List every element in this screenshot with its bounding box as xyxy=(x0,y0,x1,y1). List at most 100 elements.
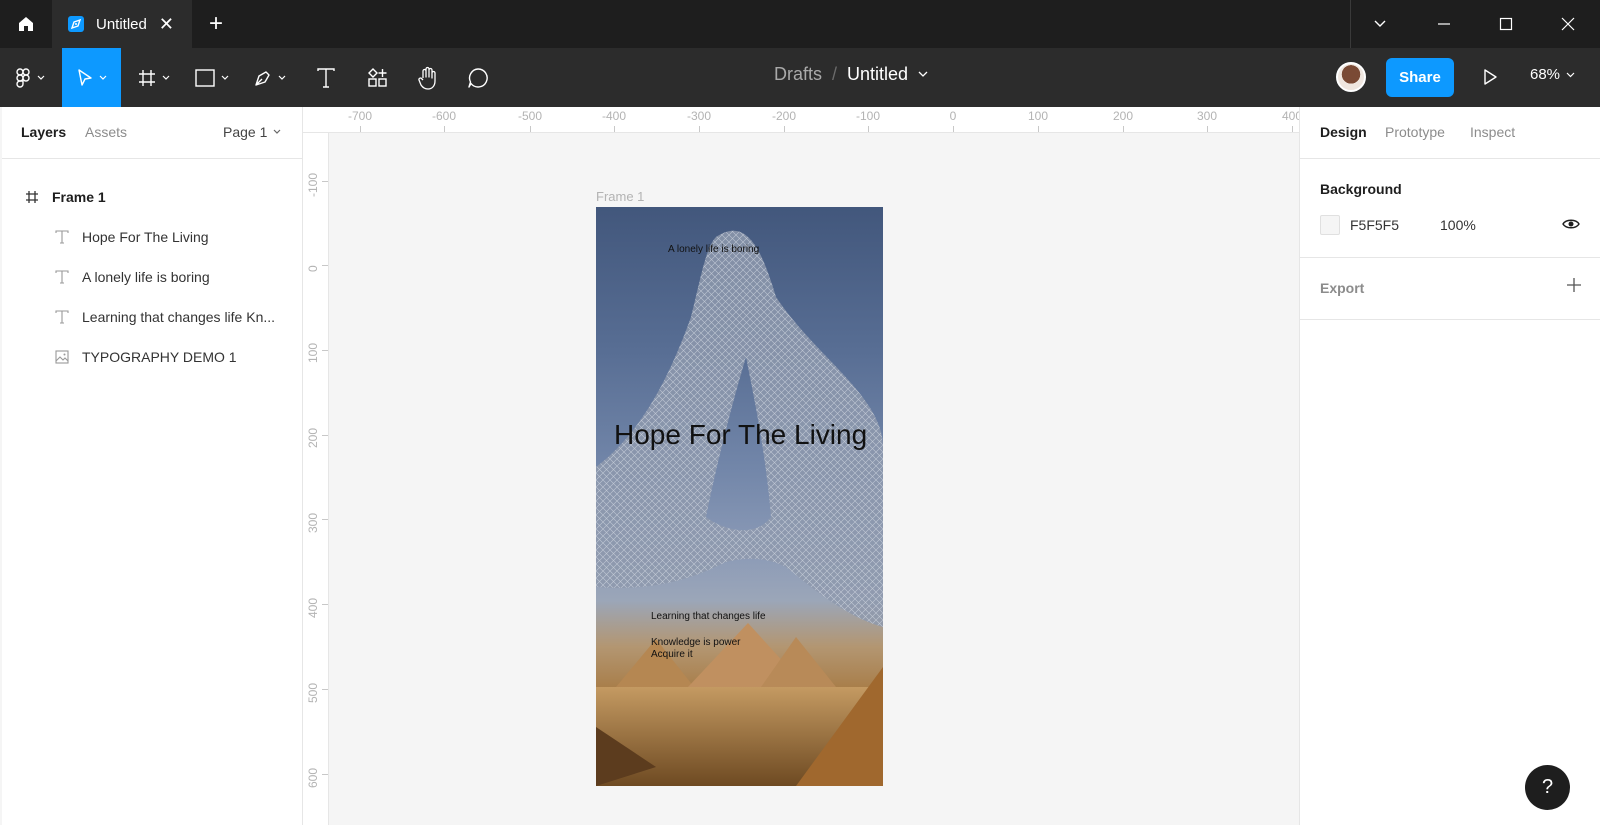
comment-tool-button[interactable] xyxy=(454,48,502,107)
ruler-tick xyxy=(530,126,531,132)
breadcrumb-drafts[interactable]: Drafts xyxy=(774,64,822,85)
tab-close-icon[interactable]: ✕ xyxy=(159,14,174,34)
text-icon xyxy=(54,309,70,325)
avatar[interactable] xyxy=(1336,62,1366,92)
present-button[interactable] xyxy=(1478,65,1502,89)
chevron-down-icon[interactable] xyxy=(918,71,928,78)
home-icon xyxy=(19,17,33,31)
background-color-swatch[interactable] xyxy=(1320,215,1340,235)
components-icon xyxy=(368,67,387,87)
background-hex-input[interactable]: F5F5F5 xyxy=(1350,217,1399,233)
rectangle-icon xyxy=(195,68,215,87)
canvas-text-lonely[interactable]: A lonely life is boring xyxy=(668,244,759,255)
home-button[interactable] xyxy=(0,0,52,48)
ruler-tick xyxy=(322,181,328,182)
tab-design[interactable]: Design xyxy=(1320,124,1367,140)
window-divider xyxy=(1350,0,1351,48)
ruler-tick xyxy=(1292,126,1293,132)
typography-demo-image[interactable]: A lonely life is boring Hope For The Liv… xyxy=(596,207,883,786)
pen-icon xyxy=(255,70,270,86)
ruler-label: 200 xyxy=(1112,109,1134,123)
layer-text-learning[interactable]: Learning that changes life Kn... xyxy=(2,297,302,337)
window-close-icon[interactable] xyxy=(1556,12,1580,36)
pen-tool-button[interactable] xyxy=(244,48,296,107)
eye-icon[interactable] xyxy=(1562,217,1580,233)
tab-assets[interactable]: Assets xyxy=(85,124,127,140)
ruler-label: -300 xyxy=(686,109,712,123)
main-menu-button[interactable] xyxy=(2,48,58,107)
ruler-tick xyxy=(614,126,615,132)
frame-icon xyxy=(139,69,155,86)
layer-frame-1[interactable]: Frame 1 xyxy=(2,177,302,217)
text-tool-button[interactable] xyxy=(302,48,350,107)
image-icon xyxy=(54,349,70,365)
shape-tool-button[interactable] xyxy=(186,48,238,107)
ruler-label: -100 xyxy=(855,109,881,123)
ruler-label: 600 xyxy=(306,767,320,788)
canvas-text-learning[interactable]: Learning that changes life xyxy=(651,611,766,622)
share-button[interactable]: Share xyxy=(1386,58,1454,97)
layer-label: A lonely life is boring xyxy=(82,269,210,285)
add-export-icon[interactable] xyxy=(1566,277,1582,293)
move-tool-button[interactable] xyxy=(62,48,121,107)
page-selector[interactable]: Page 1 xyxy=(223,124,281,140)
ruler-label: 500 xyxy=(306,682,320,703)
hand-icon xyxy=(418,66,436,90)
zoom-dropdown[interactable]: 68% xyxy=(1530,66,1575,83)
ruler-label: -700 xyxy=(347,109,373,123)
tab-prototype[interactable]: Prototype xyxy=(1385,124,1445,140)
tab-inspect[interactable]: Inspect xyxy=(1470,124,1515,140)
canvas-text-headline[interactable]: Hope For The Living xyxy=(614,419,867,451)
ruler-tick xyxy=(322,604,328,605)
hand-tool-button[interactable] xyxy=(404,48,452,107)
layer-image-typography[interactable]: TYPOGRAPHY DEMO 1 xyxy=(2,337,302,377)
text-icon xyxy=(317,67,335,88)
frame-1[interactable]: A lonely life is boring Hope For The Liv… xyxy=(596,207,893,794)
tab-layers[interactable]: Layers xyxy=(21,124,66,140)
help-button[interactable]: ? xyxy=(1525,765,1570,810)
canvas-text-acquire[interactable]: Acquire it xyxy=(651,649,693,660)
ruler-label: 400 xyxy=(306,597,320,618)
ruler-tick xyxy=(1207,126,1208,132)
comment-icon xyxy=(468,67,488,88)
ruler-tick xyxy=(322,519,328,520)
background-opacity-input[interactable]: 100% xyxy=(1440,217,1476,233)
ruler-tick xyxy=(322,774,328,775)
frame-tool-button[interactable] xyxy=(128,48,180,107)
ruler-label: -400 xyxy=(601,109,627,123)
cursor-icon xyxy=(77,68,92,86)
frame-icon xyxy=(24,189,40,205)
new-tab-icon[interactable]: + xyxy=(204,12,228,36)
ruler-label: -500 xyxy=(517,109,543,123)
layer-text-lonely[interactable]: A lonely life is boring xyxy=(2,257,302,297)
breadcrumb-separator: / xyxy=(832,64,838,84)
chevron-down-icon xyxy=(1566,72,1575,77)
ruler-label: -100 xyxy=(306,172,320,197)
chevron-down-icon xyxy=(221,75,229,80)
ruler-label: 100 xyxy=(1027,109,1049,123)
canvas-text-knowledge[interactable]: Knowledge is power xyxy=(651,637,741,648)
layers-panel: Layers Assets Page 1 Frame 1 Hope For Th… xyxy=(2,107,303,825)
file-title[interactable]: Untitled xyxy=(847,64,908,85)
ruler-tick xyxy=(322,265,328,266)
layer-text-hope[interactable]: Hope For The Living xyxy=(2,217,302,257)
frame-label[interactable]: Frame 1 xyxy=(596,189,644,204)
ruler-tick xyxy=(699,126,700,132)
hands-sculpture-illustration xyxy=(596,230,883,786)
file-tab[interactable]: Untitled ✕ xyxy=(52,0,192,48)
minimize-icon[interactable] xyxy=(1432,12,1456,36)
chevron-down-icon xyxy=(162,75,170,80)
toolbar: Drafts / Untitled Share 68% xyxy=(0,48,1600,107)
resources-tool-button[interactable] xyxy=(354,48,402,107)
zoom-value: 68% xyxy=(1530,66,1561,83)
ruler-tick xyxy=(1038,126,1039,132)
figma-file-icon xyxy=(68,16,84,32)
ruler-label: 300 xyxy=(1196,109,1218,123)
text-icon xyxy=(54,229,70,245)
right-panel-tabs: Design Prototype Inspect xyxy=(1300,107,1600,159)
background-title: Background xyxy=(1320,181,1402,197)
maximize-icon[interactable] xyxy=(1494,12,1518,36)
ruler-label: 0 xyxy=(306,265,320,272)
window-menu-chevron-icon[interactable] xyxy=(1368,12,1392,36)
chevron-down-icon xyxy=(278,75,286,80)
